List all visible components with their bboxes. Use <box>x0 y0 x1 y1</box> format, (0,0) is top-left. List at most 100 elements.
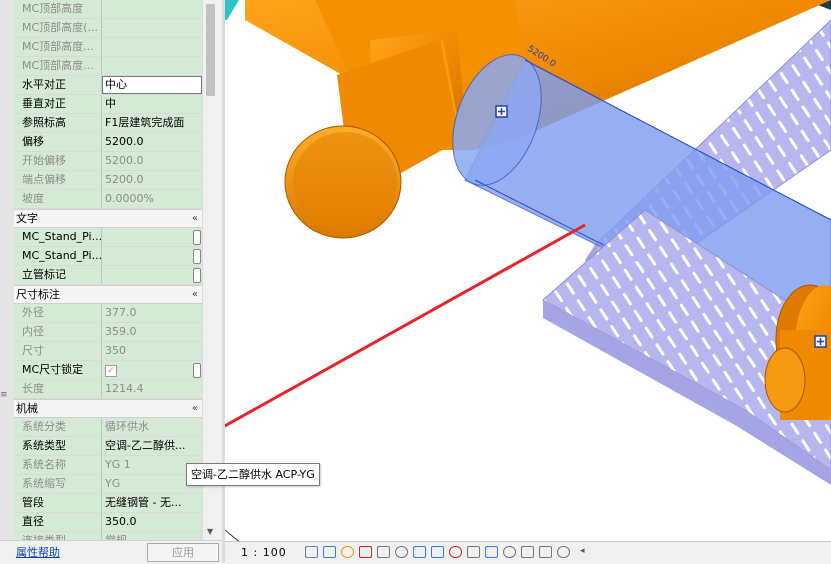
property-name: 坡度 <box>14 190 102 208</box>
scroll-left-chevron-icon[interactable]: ◂ <box>580 546 585 556</box>
property-row[interactable]: MC_Stand_Pi... <box>14 247 202 266</box>
property-row[interactable]: 直径 350.0 <box>14 513 202 532</box>
property-row[interactable]: 坡度 0.0000% <box>14 190 202 209</box>
property-row[interactable]: 开始偏移 5200.0 <box>14 152 202 171</box>
property-row[interactable]: 内径 359.0 <box>14 323 202 342</box>
property-name: 内径 <box>14 323 102 341</box>
group-header-dimensions[interactable]: 尺寸标注 « <box>14 285 202 304</box>
property-value[interactable]: F1层建筑完成面 <box>102 114 202 132</box>
property-value[interactable]: 常规 <box>102 532 202 540</box>
highlight-displacement-icon[interactable] <box>503 546 516 558</box>
apply-button[interactable]: 应用 <box>147 543 219 562</box>
unlock-3d-icon[interactable] <box>413 546 426 558</box>
property-name: MC顶部高度(... <box>14 19 102 37</box>
property-value[interactable]: 350.0 <box>102 513 202 531</box>
detail-level-icon[interactable] <box>305 546 318 558</box>
property-name: 尺寸 <box>14 342 102 360</box>
edit-button[interactable] <box>193 268 201 283</box>
property-name: 系统分类 <box>14 418 102 436</box>
collapse-chevron-icon[interactable]: « <box>192 286 198 304</box>
constraints-icon[interactable] <box>557 546 570 558</box>
property-name: 参照标高 <box>14 114 102 132</box>
property-value[interactable] <box>102 266 202 284</box>
sun-path-icon[interactable] <box>341 546 354 558</box>
property-row[interactable]: MC_Stand_Pi... <box>14 228 202 247</box>
property-value[interactable] <box>102 228 202 246</box>
teal-duct[interactable] <box>225 0 239 20</box>
property-value[interactable] <box>102 57 202 75</box>
temporary-hide-icon[interactable] <box>431 546 444 558</box>
crop-icon[interactable] <box>377 546 390 558</box>
scroll-down-arrow-icon[interactable]: ▼ <box>207 527 213 536</box>
property-value[interactable]: 359.0 <box>102 323 202 341</box>
edit-button[interactable] <box>193 230 201 245</box>
property-value[interactable]: 无缝钢管 - 无... <box>102 494 202 512</box>
properties-scrollbar[interactable]: ▼ <box>202 0 219 540</box>
model-view-canvas[interactable]: 5200.0 <box>225 0 831 541</box>
property-row[interactable]: MC顶部高度(... <box>14 19 202 38</box>
edit-button[interactable] <box>193 363 201 378</box>
scrollbar-thumb[interactable] <box>206 4 215 96</box>
property-row[interactable]: 垂直对正中 <box>14 95 202 114</box>
property-row[interactable]: 尺寸 350 <box>14 342 202 361</box>
property-value[interactable]: 0.0000% <box>102 190 202 208</box>
property-value[interactable]: 空调-乙二醇供... <box>102 437 202 455</box>
property-row[interactable]: 端点偏移 5200.0 <box>14 171 202 190</box>
panel-left-strip: ≡ <box>0 0 15 540</box>
temporary-view-icon[interactable] <box>467 546 480 558</box>
property-value[interactable]: 中 <box>102 95 202 113</box>
worksharing-icon[interactable] <box>521 546 534 558</box>
group-header-mechanical[interactable]: 机械 « <box>14 399 202 418</box>
analytical-model-icon[interactable] <box>485 546 498 558</box>
collapse-marker-icon[interactable]: ≡ <box>0 388 8 402</box>
property-row[interactable]: 偏移 5200.0 <box>14 133 202 152</box>
property-row[interactable]: 系统名称 YG 1 <box>14 456 202 475</box>
group-label: 机械 <box>16 402 38 415</box>
property-row[interactable]: 水平对正 中心 <box>14 76 202 95</box>
property-name: 系统名称 <box>14 456 102 474</box>
properties-help-link[interactable]: 属性帮助 <box>16 544 60 560</box>
property-value[interactable] <box>102 247 202 265</box>
annotation-arrow <box>225 223 586 428</box>
property-value[interactable]: ✓ <box>102 361 202 379</box>
property-row[interactable]: 参照标高 F1层建筑完成面 <box>14 114 202 133</box>
reveal-hidden-icon[interactable] <box>449 546 462 558</box>
checkbox[interactable]: ✓ <box>105 365 117 377</box>
property-value[interactable]: 循环供水 <box>102 418 202 436</box>
design-options-icon[interactable] <box>539 546 552 558</box>
collapse-chevron-icon[interactable]: « <box>192 400 198 418</box>
property-value[interactable]: 1214.4 <box>102 380 202 398</box>
property-row[interactable]: 系统缩写 YG <box>14 475 202 494</box>
edit-button[interactable] <box>193 249 201 264</box>
property-row[interactable]: 立管标记 <box>14 266 202 285</box>
property-row[interactable]: 连接类型常规 <box>14 532 202 540</box>
property-row[interactable]: 长度 1214.4 <box>14 380 202 399</box>
group-header-text[interactable]: 文字 « <box>14 209 202 228</box>
property-row[interactable]: MC顶部高度... <box>14 38 202 57</box>
property-value[interactable]: 中心 <box>102 76 202 94</box>
property-row[interactable]: MC顶部高度 <box>14 0 202 19</box>
visual-style-icon[interactable] <box>323 546 336 558</box>
property-row[interactable]: MC尺寸锁定 ✓ <box>14 361 202 380</box>
3d-viewport[interactable]: 5200.0 <box>225 0 831 541</box>
property-value[interactable] <box>102 19 202 37</box>
shadows-icon[interactable] <box>359 546 372 558</box>
show-crop-icon[interactable] <box>395 546 408 558</box>
property-value[interactable]: 5200.0 <box>102 171 202 189</box>
property-row[interactable]: 外径 377.0 <box>14 304 202 323</box>
property-name: 系统类型 <box>14 437 102 455</box>
collapse-chevron-icon[interactable]: « <box>192 210 198 228</box>
property-name: MC尺寸锁定 <box>14 361 102 379</box>
property-value[interactable]: 350 <box>102 342 202 360</box>
property-row[interactable]: 系统类型 空调-乙二醇供... <box>14 437 202 456</box>
property-row[interactable]: 系统分类 循环供水 <box>14 418 202 437</box>
property-value[interactable]: 5200.0 <box>102 133 202 151</box>
property-name: 外径 <box>14 304 102 322</box>
property-value[interactable]: 5200.0 <box>102 152 202 170</box>
property-value[interactable]: 377.0 <box>102 304 202 322</box>
view-scale[interactable]: 1 : 100 <box>241 546 287 559</box>
property-value[interactable] <box>102 38 202 56</box>
property-row[interactable]: MC顶部高度... <box>14 57 202 76</box>
property-value[interactable] <box>102 0 202 18</box>
property-row[interactable]: 管段 无缝钢管 - 无... <box>14 494 202 513</box>
